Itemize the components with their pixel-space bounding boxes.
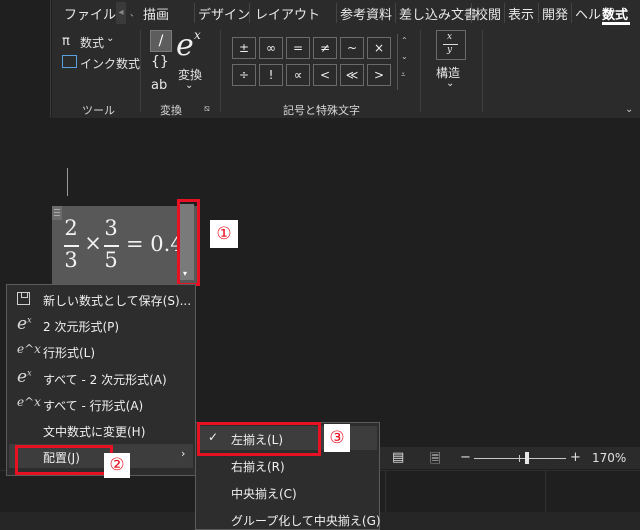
menu-item-save-as-new-equation[interactable]: 新しい数式として保存(S)...: [43, 292, 191, 309]
callout-1: ①: [210, 220, 238, 248]
symbol-proportional[interactable]: ∝: [286, 64, 310, 86]
convert-e-icon: e: [176, 28, 194, 63]
symbol-greater-than[interactable]: >: [367, 64, 391, 86]
times-operator: ×: [84, 231, 102, 255]
scroll-down-icon: ⌄: [401, 52, 408, 61]
linear-button[interactable]: /: [150, 30, 172, 52]
highlight-box-1: [177, 199, 200, 286]
tab-equation[interactable]: 数式: [602, 4, 628, 23]
submenu-item-group-center[interactable]: グループ化して中央揃え(G): [231, 512, 381, 529]
menu-item-all-linear[interactable]: すべて - 行形式(A): [43, 397, 143, 414]
print-layout-icon[interactable]: ▤: [392, 450, 404, 465]
submenu-arrow-icon: ›: [181, 447, 186, 460]
tab-developer[interactable]: 開発: [542, 4, 568, 23]
tab-view[interactable]: 表示: [508, 4, 534, 23]
symbol-less-than[interactable]: <: [313, 64, 337, 86]
ink-equation-icon: [62, 55, 77, 68]
collapse-ribbon-icon[interactable]: ⌄: [625, 104, 633, 115]
symbol-plus-minus[interactable]: ±: [232, 37, 256, 59]
equation-button[interactable]: 数式: [80, 34, 104, 51]
group-label-tools: ツール: [82, 104, 115, 117]
fraction-denominator: 5: [104, 248, 118, 272]
pane-divider: [50, 0, 51, 118]
menu-item-all-professional[interactable]: すべて - 2 次元形式(A): [43, 371, 167, 388]
symbol-factorial[interactable]: !: [259, 64, 283, 86]
zoom-slider-center-tick: [519, 455, 520, 462]
equation-button-icon: π: [62, 34, 70, 49]
zoom-in-button[interactable]: +: [570, 450, 581, 465]
tab-design[interactable]: デザイン: [198, 4, 250, 23]
fraction-bar: [64, 245, 79, 247]
group-label-symbols: 記号と特殊文字: [283, 104, 360, 117]
symbol-much-less-than[interactable]: ≪: [340, 64, 364, 86]
symbol-times[interactable]: ×: [367, 37, 391, 59]
tab-scroll-left-icon[interactable]: ◂: [116, 2, 126, 24]
active-tab-underline: [602, 22, 630, 25]
text-button[interactable]: ab: [151, 78, 167, 93]
professional-format-icon: ex: [17, 314, 32, 334]
equation-move-handle[interactable]: [52, 206, 62, 220]
chevron-down-icon[interactable]: ⌄: [106, 33, 114, 44]
symbol-divide[interactable]: ÷: [232, 64, 256, 86]
scroll-up-icon: ⌃: [401, 36, 408, 45]
tab-mailings[interactable]: 差し込み文書: [399, 4, 477, 23]
menu-item-professional[interactable]: 2 次元形式(P): [43, 318, 119, 335]
fraction-numerator: 3: [104, 216, 118, 240]
fraction-bar: [104, 245, 119, 247]
highlight-box-3: [197, 422, 321, 456]
ink-equation-button[interactable]: インク数式: [80, 55, 140, 72]
highlight-box-2: [15, 445, 113, 475]
callout-2: ②: [104, 453, 130, 478]
menu-item-change-to-inline[interactable]: 文中数式に変更(H): [43, 423, 145, 440]
dialog-launcher-icon[interactable]: ⧅: [204, 104, 210, 114]
tab-layout[interactable]: レイアウト: [255, 4, 320, 23]
tab-review[interactable]: 校閲: [475, 4, 501, 23]
submenu-item-center[interactable]: 中央揃え(C): [231, 485, 297, 502]
fraction-structure-icon: x y: [436, 30, 466, 60]
zoom-level[interactable]: 170%: [592, 451, 626, 465]
symbol-not-equal[interactable]: ≠: [313, 37, 337, 59]
ribbon-tab-bar: ファイル ◂ 、 描画 デザイン レイアウト 参考資料 差し込み文書 校閲 表示…: [52, 0, 640, 26]
tab-draw[interactable]: 描画: [143, 4, 169, 23]
tab-file[interactable]: ファイル: [64, 4, 116, 23]
save-icon: [17, 292, 30, 305]
convert-chevron-icon[interactable]: ⌄: [185, 80, 193, 91]
braces-button[interactable]: {}: [151, 54, 169, 70]
zoom-slider-thumb[interactable]: [525, 452, 529, 464]
symbol-gallery-scroll[interactable]: ⌃ ⌄ ⩡: [397, 34, 412, 90]
callout-3: ③: [324, 424, 350, 452]
margin-marker: [67, 168, 68, 196]
menu-item-linear[interactable]: 行形式(L): [43, 344, 95, 361]
symbol-infinity[interactable]: ∞: [259, 37, 283, 59]
fraction-numerator: 2: [64, 216, 78, 240]
symbol-tilde[interactable]: ~: [340, 37, 364, 59]
linear-format-icon: e^x: [17, 395, 41, 409]
symbol-equals[interactable]: =: [286, 37, 310, 59]
zoom-slider-track[interactable]: [474, 458, 566, 459]
tab-references[interactable]: 参考資料: [340, 4, 392, 23]
submenu-item-right[interactable]: 右揃え(R): [231, 458, 285, 475]
gallery-more-icon: ⩡: [401, 70, 406, 79]
professional-format-icon: ex: [17, 367, 32, 387]
fraction-denominator: 3: [64, 248, 78, 272]
group-label-convert: 変換: [160, 104, 182, 117]
linear-format-icon: e^x: [17, 342, 41, 356]
convert-x-icon: x: [194, 28, 201, 42]
structures-chevron-icon[interactable]: ⌄: [446, 78, 454, 89]
web-layout-icon[interactable]: 🗏: [430, 450, 440, 472]
zoom-out-button[interactable]: −: [460, 450, 471, 465]
